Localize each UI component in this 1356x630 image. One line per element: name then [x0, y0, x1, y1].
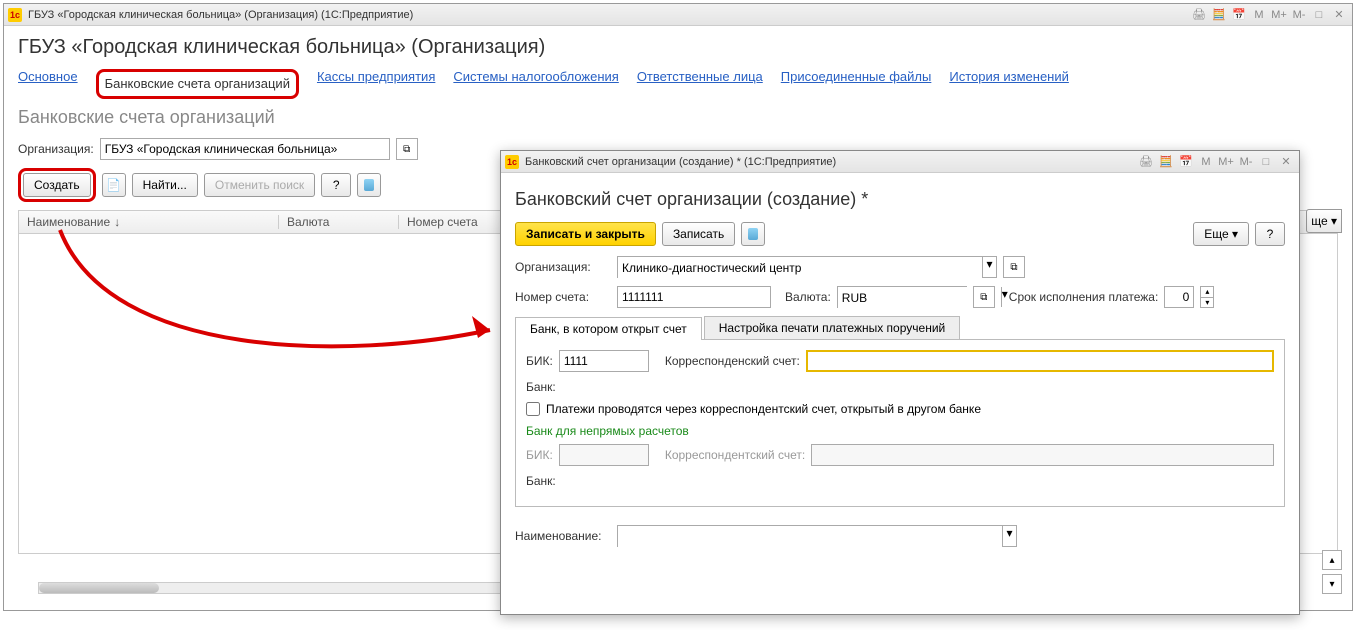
name-label: Наименование: — [515, 529, 611, 543]
nav-highlight: Банковские счета организаций — [96, 69, 299, 99]
main-window-title: ГБУЗ «Городская клиническая больница» (О… — [28, 9, 1190, 21]
dlg-mminus-icon[interactable]: M- — [1237, 154, 1255, 170]
nav-down-icon[interactable]: ▾ — [1322, 574, 1342, 594]
currency-open-icon[interactable]: ⧉ — [973, 286, 995, 308]
dlg-org-dd-icon[interactable]: ▾ — [982, 257, 996, 277]
nav-up-icon[interactable]: ▴ — [1322, 550, 1342, 570]
db-icon[interactable] — [357, 173, 381, 197]
nav-tabs: Основное Банковские счета организаций Ка… — [18, 69, 1338, 99]
tab-print[interactable]: Настройка печати платежных поручений — [704, 316, 960, 339]
name-dd-icon[interactable]: ▾ — [1002, 526, 1016, 546]
corr-input[interactable] — [806, 350, 1274, 372]
dlg-org-label: Организация: — [515, 260, 611, 274]
page-title: ГБУЗ «Городская клиническая больница» (О… — [18, 36, 1338, 59]
currency-label: Валюта: — [785, 290, 831, 304]
save-close-button[interactable]: Записать и закрыть — [515, 222, 656, 246]
spin-up-icon[interactable]: ▴ — [1201, 287, 1213, 297]
dialog-content: Банковский счет организации (создание) *… — [501, 173, 1299, 565]
dialog-window: 1c Банковский счет организации (создание… — [500, 150, 1300, 615]
nav-tax[interactable]: Системы налогообложения — [453, 69, 618, 99]
copy-button[interactable]: 📄 — [102, 173, 126, 197]
nav-cash[interactable]: Кассы предприятия — [317, 69, 435, 99]
dlg-close-icon[interactable]: ✕ — [1277, 154, 1295, 170]
dlg-calendar-icon[interactable]: 📅 — [1177, 154, 1195, 170]
bank2-label: Банк: — [526, 474, 556, 488]
nav-bank-accounts[interactable]: Банковские счета организаций — [105, 76, 290, 91]
dlg-m-icon[interactable]: M — [1197, 154, 1215, 170]
sort-icon: ↓ — [114, 215, 120, 229]
calc-icon[interactable]: 🧮 — [1210, 7, 1228, 23]
dialog-page-title: Банковский счет организации (создание) * — [515, 189, 1285, 210]
nav-files[interactable]: Присоединенные файлы — [781, 69, 932, 99]
print-icon[interactable]: 🖨 — [1190, 7, 1208, 23]
spin-down-icon[interactable]: ▾ — [1201, 297, 1213, 308]
close-icon[interactable]: ✕ — [1330, 7, 1348, 23]
org-label: Организация: — [18, 142, 94, 156]
indirect-check-row[interactable]: Платежи проводятся через корреспондентск… — [526, 402, 1274, 416]
corr2-input — [811, 444, 1274, 466]
accnum-input[interactable] — [617, 286, 771, 308]
app-logo-icon: 1c — [8, 8, 22, 22]
dlg-db-icon[interactable] — [741, 222, 765, 246]
bank-label: Банк: — [526, 380, 556, 394]
accnum-label: Номер счета: — [515, 290, 611, 304]
col-currency[interactable]: Валюта — [279, 215, 399, 229]
mminus-icon[interactable]: M- — [1290, 7, 1308, 23]
bik2-input — [559, 444, 649, 466]
dlg-org-input[interactable] — [618, 257, 982, 279]
more-button[interactable]: ще ▾ — [1306, 209, 1342, 233]
section-title: Банковские счета организаций — [18, 107, 1338, 128]
maximize-icon[interactable]: □ — [1310, 7, 1328, 23]
dlg-maximize-icon[interactable]: □ — [1257, 154, 1275, 170]
org-input[interactable] — [100, 138, 390, 160]
term-input[interactable] — [1164, 286, 1194, 308]
calendar-icon[interactable]: 📅 — [1230, 7, 1248, 23]
nav-resp[interactable]: Ответственные лица — [637, 69, 763, 99]
name-input[interactable] — [618, 526, 1002, 548]
dlg-tabs: Банк, в котором открыт счет Настройка пе… — [515, 316, 1285, 340]
nav-main[interactable]: Основное — [18, 69, 78, 99]
dialog-logo-icon: 1c — [505, 155, 519, 169]
dlg-help-button[interactable]: ? — [1255, 222, 1285, 246]
help-button[interactable]: ? — [321, 173, 351, 197]
mplus-icon[interactable]: M+ — [1270, 7, 1288, 23]
scroll-thumb[interactable] — [39, 583, 159, 593]
indirect-check-label: Платежи проводятся через корреспондентск… — [546, 402, 981, 416]
create-highlight: Создать — [18, 168, 96, 202]
nav-history[interactable]: История изменений — [949, 69, 1069, 99]
dlg-mplus-icon[interactable]: M+ — [1217, 154, 1235, 170]
term-label: Срок исполнения платежа: — [1009, 290, 1159, 304]
org-open-icon[interactable]: ⧉ — [396, 138, 418, 160]
dialog-titlebar: 1c Банковский счет организации (создание… — [501, 151, 1299, 173]
indirect-checkbox[interactable] — [526, 402, 540, 416]
main-titlebar: 1c ГБУЗ «Городская клиническая больница»… — [4, 4, 1352, 26]
dlg-more-button[interactable]: Еще ▾ — [1193, 222, 1249, 246]
create-button[interactable]: Создать — [23, 173, 91, 197]
tab-pane: БИК: Корреспонденский счет: Банк: Платеж… — [515, 340, 1285, 507]
tab-bank[interactable]: Банк, в котором открыт счет — [515, 317, 702, 340]
col-name[interactable]: Наименование↓ — [19, 215, 279, 229]
m-icon[interactable]: M — [1250, 7, 1268, 23]
bik-label: БИК: — [526, 354, 553, 368]
save-button[interactable]: Записать — [662, 222, 735, 246]
corr-label: Корреспонденский счет: — [665, 354, 800, 368]
indirect-title: Банк для непрямых расчетов — [526, 424, 1274, 438]
corr2-label: Корреспондентский счет: — [665, 448, 805, 462]
bik-input[interactable] — [559, 350, 649, 372]
bik2-label: БИК: — [526, 448, 553, 462]
cancel-search-button: Отменить поиск — [204, 173, 315, 197]
currency-dd-icon[interactable]: ▾ — [1001, 287, 1008, 307]
find-button[interactable]: Найти... — [132, 173, 198, 197]
dlg-calc-icon[interactable]: 🧮 — [1157, 154, 1175, 170]
dlg-print-icon[interactable]: 🖨 — [1137, 154, 1155, 170]
dialog-title: Банковский счет организации (создание) *… — [525, 156, 1137, 168]
dlg-org-open-icon[interactable]: ⧉ — [1003, 256, 1025, 278]
